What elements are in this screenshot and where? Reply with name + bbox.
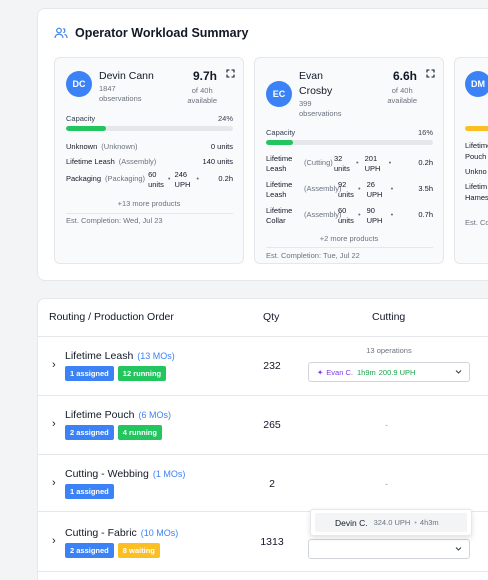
- operations-count: 13 operations: [366, 346, 412, 355]
- operator-name: Devin Cann: [99, 70, 154, 82]
- empty-cutting: -: [385, 420, 388, 430]
- work-row: Lifetim: [465, 182, 488, 191]
- hours-available: of 40h available: [387, 86, 417, 106]
- more-products-link[interactable]: +13 more products: [55, 199, 243, 208]
- chevron-right-icon[interactable]: ›: [52, 535, 56, 547]
- operator-card-evan-crosby[interactable]: EC Evan Crosby 399 observations 6.6h of …: [254, 57, 444, 264]
- chevron-down-icon: [454, 544, 463, 555]
- mo-count-link[interactable]: (6 MOs): [138, 410, 171, 420]
- operator-select[interactable]: [308, 539, 470, 559]
- status-badges: 1 assigned: [65, 484, 114, 499]
- chevron-right-icon[interactable]: ›: [52, 359, 56, 371]
- routing-table: Routing / Production Order Qty Cutting ›…: [37, 298, 488, 580]
- work-row: Unknown (Unknown) 0 units: [66, 142, 233, 151]
- avatar: DC: [66, 71, 92, 97]
- qty-value: 2: [269, 478, 275, 490]
- column-header-cutting: Cutting: [372, 311, 406, 323]
- workload-hours: 6.6h: [392, 69, 417, 83]
- summary-title: Operator Workload Summary: [54, 26, 248, 40]
- status-badge: 12 running: [117, 366, 167, 381]
- table-row[interactable]: › Cutting - Webbing (1 MOs) 1 assigned 2 …: [38, 455, 488, 512]
- users-icon: [54, 27, 68, 39]
- est-completion: Est. Completion: Tue, Jul 22: [266, 251, 360, 260]
- qty-value: 265: [263, 419, 281, 431]
- work-row: Lifetime Leash (Assembly) 140 units: [66, 157, 233, 166]
- est-completion: Est. Co: [465, 218, 488, 227]
- status-badge: 1 assigned: [65, 484, 114, 499]
- work-row: Lifetime Collar (Assembly) 60 units • 90 UP…: [266, 206, 433, 225]
- capacity-label: Capacity: [266, 128, 296, 137]
- capacity-bar: [66, 126, 233, 131]
- work-row: Lifetime: [465, 141, 488, 150]
- column-header-order: Routing / Production Order: [49, 311, 174, 323]
- divider: [266, 247, 433, 248]
- qty-value: 1313: [260, 536, 284, 548]
- mo-count-link[interactable]: (13 MOs): [137, 351, 175, 361]
- status-badges: 2 assigned 8 waiting: [65, 543, 160, 558]
- work-row: Lifetime Leash (Assembly) 92 units • 26 UPH…: [266, 180, 433, 199]
- status-badge: 2 assigned: [65, 543, 114, 558]
- capacity-bar: [266, 140, 433, 145]
- table-row[interactable]: › Lifetime Leash (13 MOs) 1 assigned 12 r…: [38, 337, 488, 396]
- chevron-down-icon: [454, 367, 463, 378]
- operator-dropdown: Devin C. 324.0 UPH • 4h3m: [310, 509, 472, 536]
- qty-value: 232: [263, 360, 281, 372]
- chevron-right-icon[interactable]: ›: [52, 418, 56, 430]
- avatar: EC: [266, 81, 292, 107]
- capacity-fill: [66, 126, 107, 131]
- order-name: Cutting - Fabric (10 MOs): [65, 527, 179, 539]
- order-name: Cutting - Webbing (1 MOs): [65, 468, 186, 480]
- operator-name: Evan Crosby: [299, 70, 333, 98]
- expand-icon[interactable]: [426, 65, 435, 83]
- order-name: Lifetime Leash (13 MOs): [65, 350, 175, 362]
- work-row: Pouch: [465, 152, 487, 161]
- work-row: Packaging (Packaging) 60 units • 246 UPH •…: [66, 170, 233, 189]
- status-badge: 8 waiting: [117, 543, 160, 558]
- order-name: Lifetime Pouch (6 MOs): [65, 409, 171, 421]
- status-badge: 4 running: [117, 425, 162, 440]
- status-badges: 1 assigned 12 running: [65, 366, 167, 381]
- divider: [66, 213, 233, 214]
- operator-card-devin-cann[interactable]: DC Devin Cann 1847 observations 9.7h of …: [54, 57, 244, 264]
- capacity-percent: 16%: [417, 128, 433, 137]
- dropdown-option-devin-c[interactable]: Devin C. 324.0 UPH • 4h3m: [315, 513, 467, 532]
- avatar: DM: [465, 71, 488, 97]
- status-badge: 1 assigned: [65, 366, 114, 381]
- est-completion: Est. Completion: Wed, Jul 23: [66, 216, 163, 225]
- mo-count-link[interactable]: (1 MOs): [153, 469, 186, 479]
- status-badges: 2 assigned 4 running: [65, 425, 162, 440]
- more-products-link[interactable]: +2 more products: [255, 234, 443, 243]
- capacity-bar: [465, 126, 488, 131]
- empty-cutting: -: [385, 479, 388, 489]
- capacity-fill: [266, 140, 293, 145]
- chevron-right-icon[interactable]: ›: [52, 477, 56, 489]
- sparkle-icon: ✦: [317, 367, 324, 377]
- expand-icon[interactable]: [226, 65, 235, 83]
- mo-count-link[interactable]: (10 MOs): [141, 528, 179, 538]
- work-row: Hames: [465, 193, 488, 202]
- operator-observations: 1847 observations: [99, 84, 142, 103]
- operator-select[interactable]: ✦ Evan C. 1h9m 200.9 UPH: [308, 362, 470, 382]
- operator-workload-panel: Operator Workload Summary DC Devin Cann …: [37, 8, 488, 281]
- capacity-percent: 24%: [217, 114, 233, 123]
- column-header-qty: Qty: [263, 311, 280, 323]
- table-row[interactable]: › Lifetime Pouch (6 MOs) 2 assigned 4 run…: [38, 396, 488, 455]
- status-badge: 2 assigned: [65, 425, 114, 440]
- capacity-label: Capacity: [66, 114, 96, 123]
- work-row: Unkno: [465, 167, 487, 176]
- operator-card-partial[interactable]: DM Lifetime Pouch Unkno Lifetim Hames Es…: [454, 57, 488, 264]
- work-row: Lifetime Leash (Cutting) 32 units • 201 UPH…: [266, 154, 433, 173]
- operator-observations: 399 observations: [299, 99, 342, 118]
- workload-hours: 9.7h: [192, 69, 217, 83]
- hours-available: of 40h available: [187, 86, 217, 106]
